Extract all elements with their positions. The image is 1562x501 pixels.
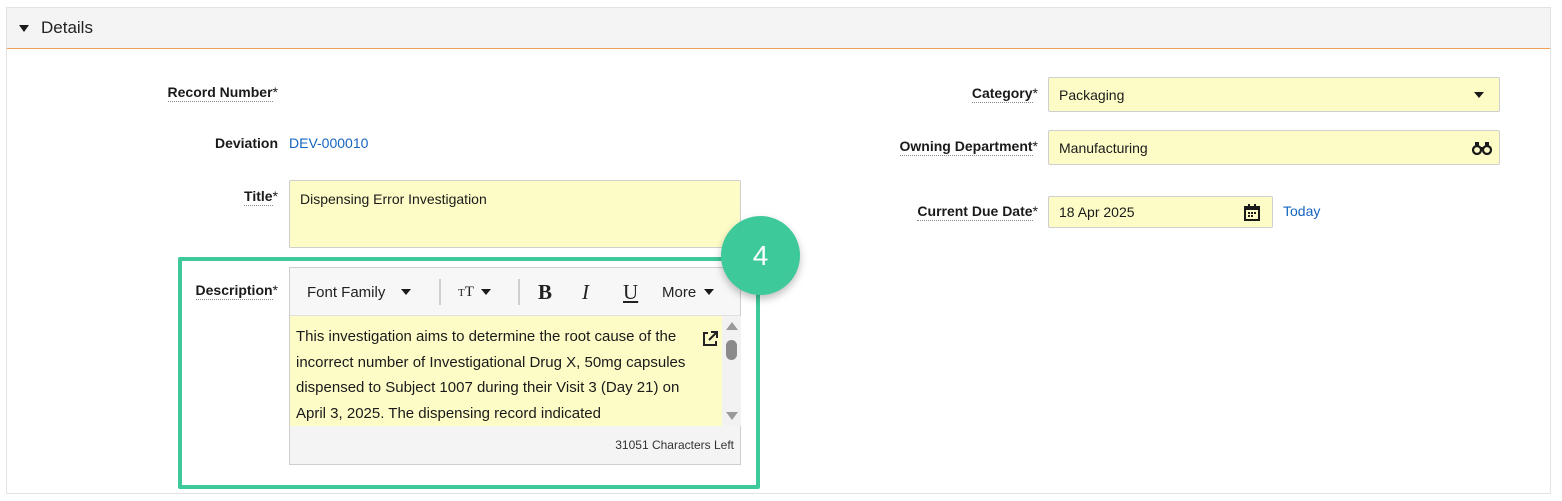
record-number-label: Record Number* [167, 84, 278, 102]
annotation-step-badge: 4 [721, 216, 800, 295]
current-due-date-label: Current Due Date* [917, 203, 1038, 221]
owning-department-lookup[interactable]: Manufacturing [1048, 130, 1500, 165]
chevron-down-icon [1474, 91, 1484, 98]
caret-down-icon [19, 24, 29, 32]
title-field[interactable]: Dispensing Error Investigation [289, 180, 741, 248]
calendar-icon[interactable] [1244, 204, 1260, 221]
title-label: Title* [244, 188, 278, 206]
current-due-date-field[interactable]: 18 Apr 2025 [1048, 196, 1273, 228]
section-title: Details [41, 18, 93, 37]
binoculars-icon[interactable] [1472, 141, 1492, 155]
annotation-highlight-box [178, 257, 760, 489]
details-section-header[interactable]: Details [7, 8, 1550, 49]
category-label: Category* [971, 85, 1038, 103]
deviation-link[interactable]: DEV-000010 [289, 135, 368, 151]
deviation-label: Deviation [214, 135, 278, 151]
category-dropdown[interactable]: Packaging [1048, 77, 1500, 112]
today-link[interactable]: Today [1283, 203, 1320, 219]
owning-department-label: Owning Department* [899, 138, 1038, 156]
